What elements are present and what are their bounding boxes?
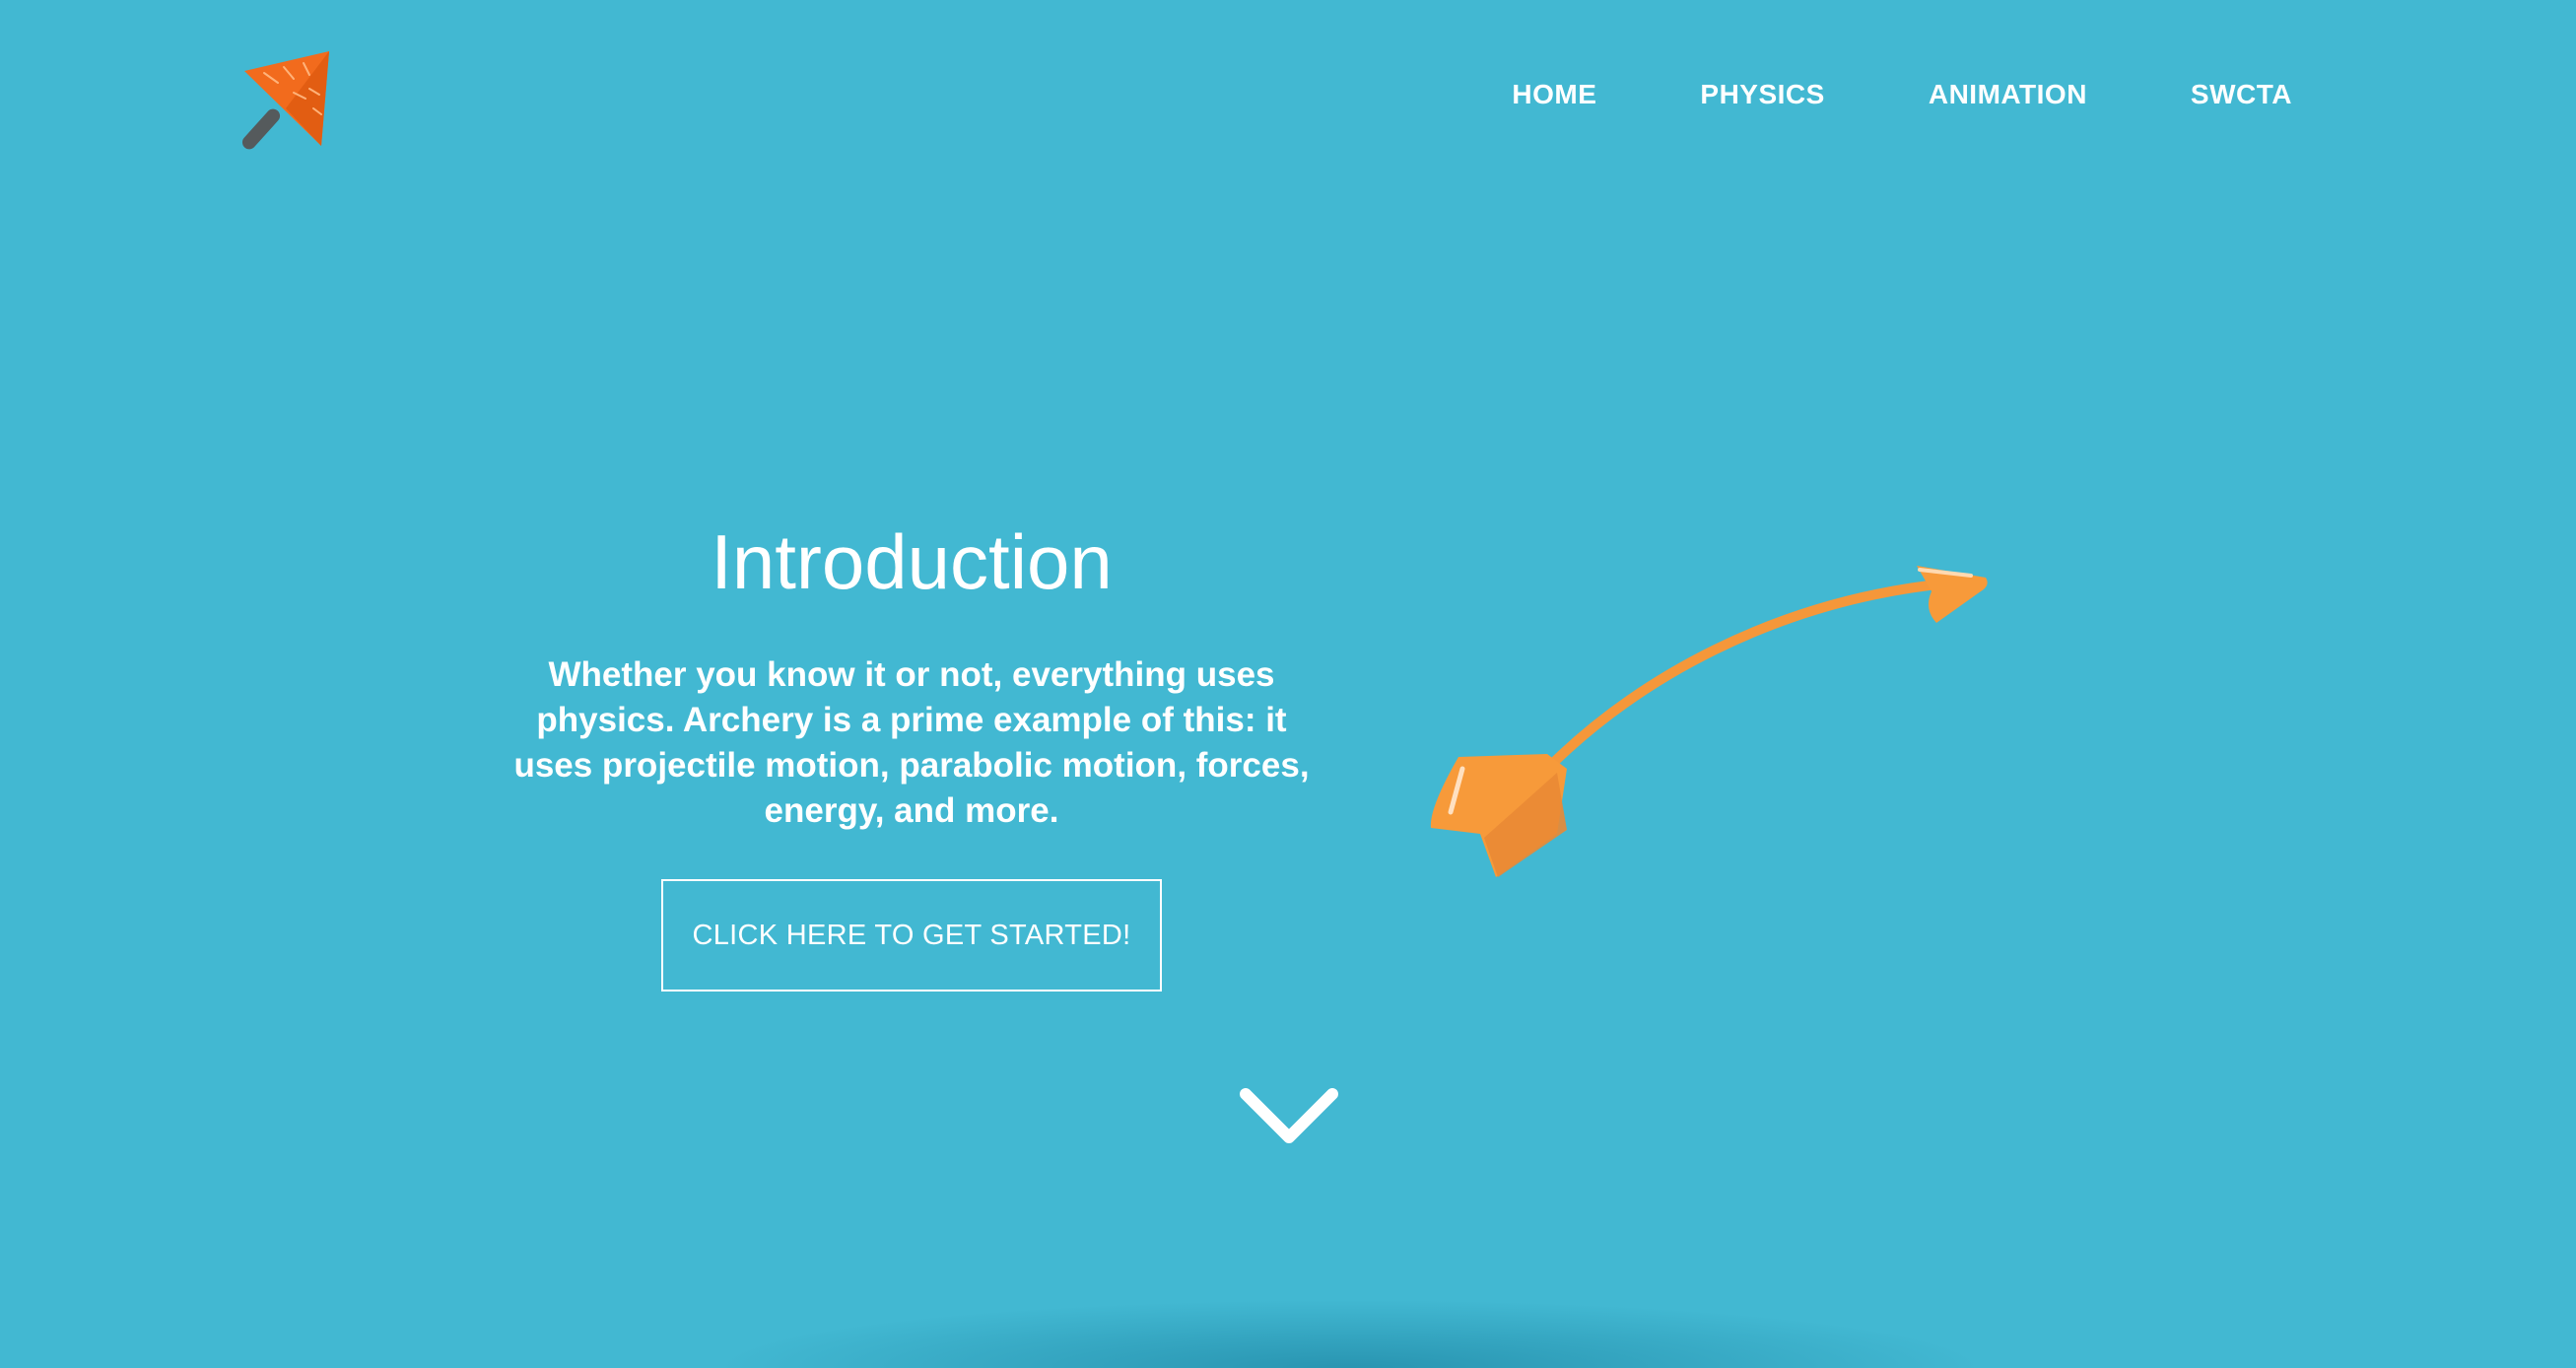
arrow-illustration	[1419, 552, 1991, 887]
intro-title: Introduction	[711, 518, 1113, 605]
get-started-button[interactable]: CLICK HERE TO GET STARTED!	[661, 879, 1162, 992]
arrow-icon	[1430, 566, 1988, 877]
next-section-shadow	[710, 1299, 1991, 1368]
nav-item-physics[interactable]: PHYSICS	[1700, 77, 1824, 112]
nav-item-animation[interactable]: ANIMATION	[1929, 77, 2087, 112]
intro-section: Introduction Whether you know it or not,…	[498, 513, 1325, 992]
scroll-down-button[interactable]	[1238, 1084, 1340, 1147]
arrowhead-logo-icon	[241, 51, 329, 150]
chevron-down-icon	[1240, 1088, 1338, 1143]
nav-item-swcta[interactable]: SWCTA	[2191, 77, 2292, 112]
main-nav: HOME PHYSICS ANIMATION SWCTA	[1512, 77, 2292, 112]
intro-text: Whether you know it or not, everything u…	[513, 655, 1310, 830]
logo[interactable]	[235, 49, 333, 152]
nav-item-home[interactable]: HOME	[1512, 77, 1596, 112]
